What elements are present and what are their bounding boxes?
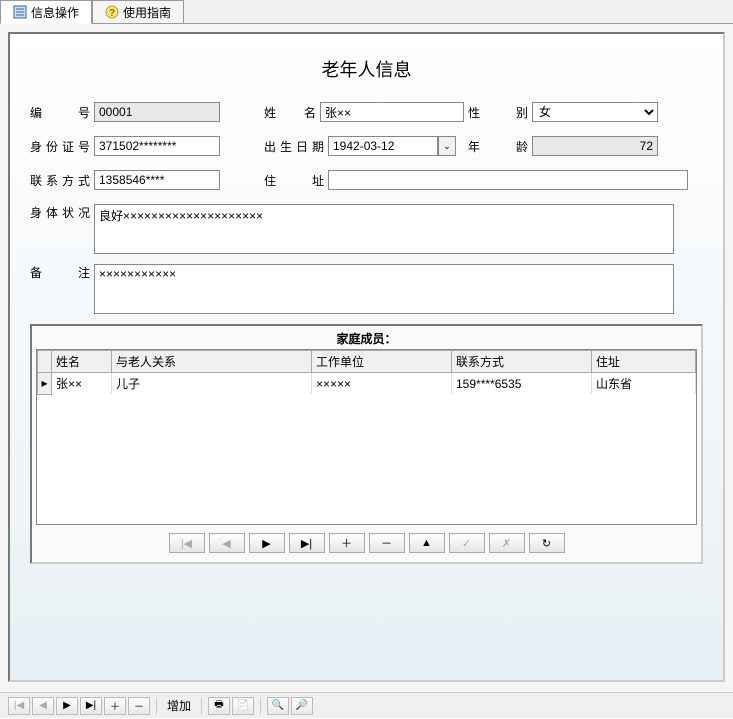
col-address[interactable]: 住址 [592,351,696,373]
tab-label: 使用指南 [123,4,171,21]
svg-text:?: ? [109,8,115,19]
label-age: 年 龄 [468,138,528,155]
divider [201,697,202,715]
bb-print-button[interactable]: 🖶 [208,697,230,715]
label-birthdate: 出生日期 [264,138,324,155]
label-gender: 性 别 [468,104,528,121]
family-section: 家庭成员： 姓名 与老人关系 工作单位 联系方式 住址 [30,324,703,564]
grid-navigator: |◀ ◀ ▶ ▶| ＋ － ▲ ✓ ✗ ↻ [36,525,697,555]
col-name[interactable]: 姓名 [52,351,112,373]
main-area: 老年人信息 编 号 姓 名 性 别 女 身份证号 [0,24,733,692]
divider [260,697,261,715]
name-field[interactable] [320,102,464,122]
health-textarea[interactable]: 良好×××××××××××××××××××× [94,204,674,254]
bb-locate-button[interactable]: 🔎 [291,697,313,715]
tab-info-ops[interactable]: 信息操作 [0,0,92,24]
id-field[interactable] [94,102,220,122]
nav-prev-button[interactable]: ◀ [209,533,245,553]
bottom-toolbar: |◀ ◀ ▶ ▶| ＋ － 增加 🖶 📄 🔍 🔎 [0,692,733,718]
nav-edit-button[interactable]: ▲ [409,533,445,553]
form-icon [13,5,27,19]
nav-delete-button[interactable]: － [369,533,405,553]
family-grid[interactable]: 姓名 与老人关系 工作单位 联系方式 住址 ▸ 张×× 儿子 ××××× [36,349,697,525]
cell-relation[interactable]: 儿子 [112,373,312,395]
family-title: 家庭成员： [36,330,697,347]
age-field[interactable] [532,136,658,156]
bb-delete-button[interactable]: － [128,697,150,715]
nav-next-button[interactable]: ▶ [249,533,285,553]
bb-add-text-button[interactable]: 增加 [163,697,195,714]
bb-first-button[interactable]: |◀ [8,697,30,715]
idcard-field[interactable] [94,136,220,156]
date-picker-button[interactable]: ⌄ [438,136,456,156]
remark-textarea[interactable]: ××××××××××× [94,264,674,314]
row-indicator-icon: ▸ [38,373,52,395]
help-icon: ? [105,5,119,19]
tab-guide[interactable]: ? 使用指南 [92,0,184,23]
cell-address[interactable]: 山东省 [592,373,696,395]
col-relation[interactable]: 与老人关系 [112,351,312,373]
nav-add-button[interactable]: ＋ [329,533,365,553]
label-name: 姓 名 [264,104,316,121]
nav-first-button[interactable]: |◀ [169,533,205,553]
nav-cancel-button[interactable]: ✗ [489,533,525,553]
contact-field[interactable] [94,170,220,190]
chevron-down-icon: ⌄ [443,141,451,152]
bb-export-button[interactable]: 📄 [232,697,254,715]
cell-name[interactable]: 张×× [52,373,112,395]
label-address: 住 址 [264,172,324,189]
bb-add-button[interactable]: ＋ [104,697,126,715]
form-panel: 老年人信息 编 号 姓 名 性 别 女 身份证号 [8,32,725,682]
bb-prev-button[interactable]: ◀ [32,697,54,715]
col-contact[interactable]: 联系方式 [452,351,592,373]
cell-contact[interactable]: 159****6535 [452,373,592,395]
nav-save-button[interactable]: ✓ [449,533,485,553]
label-remark: 备 注 [30,264,90,281]
tab-label: 信息操作 [31,4,79,21]
label-contact: 联系方式 [30,172,90,189]
divider [156,697,157,715]
address-field[interactable] [328,170,688,190]
nav-last-button[interactable]: ▶| [289,533,325,553]
bb-last-button[interactable]: ▶| [80,697,102,715]
birthdate-field[interactable] [328,136,438,156]
locate-icon: 🔎 [296,700,308,711]
label-id: 编 号 [30,104,90,121]
gender-select[interactable]: 女 [532,102,658,122]
search-icon: 🔍 [272,700,284,711]
col-workplace[interactable]: 工作单位 [312,351,452,373]
bb-next-button[interactable]: ▶ [56,697,78,715]
label-idcard: 身份证号 [30,138,90,155]
page-title: 老年人信息 [30,56,703,82]
bb-search-button[interactable]: 🔍 [267,697,289,715]
tab-bar: 信息操作 ? 使用指南 [0,0,733,24]
export-icon: 📄 [237,700,249,711]
table-row[interactable]: ▸ 张×× 儿子 ××××× 159****6535 山东省 [38,373,696,395]
label-health: 身体状况 [30,204,90,221]
cell-workplace[interactable]: ××××× [312,373,452,395]
print-icon: 🖶 [214,697,223,714]
nav-refresh-button[interactable]: ↻ [529,533,565,553]
row-indicator-header [38,351,52,373]
